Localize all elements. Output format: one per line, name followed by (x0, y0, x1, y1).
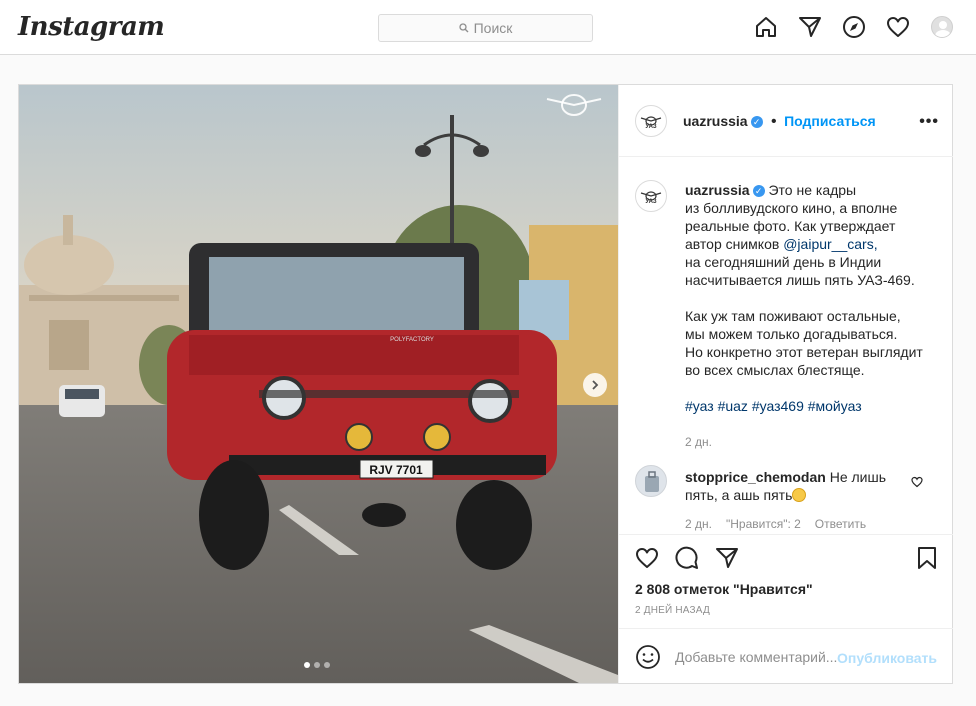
commenter-avatar[interactable] (635, 465, 667, 497)
post-header: УАЗ uazrussia ✓ • Подписаться ••• (619, 85, 953, 157)
bumper-sticker-text: POLYFACTORY (390, 337, 434, 343)
post-card: RJV 7701 POLYFACTORY УАЗ uazrussia ✓ • По… (18, 84, 953, 684)
top-navigation: Instagram Поиск (0, 0, 976, 55)
post-caption: uazrussia ✓ Это не кадры из болливудского… (685, 181, 939, 451)
caption-line: мы можем только догадываться. (685, 326, 898, 342)
search-placeholder: Поиск (473, 20, 513, 36)
comment-likes-count[interactable]: "Нравится": 2 (726, 517, 801, 531)
direct-message-icon[interactable] (797, 14, 823, 40)
avatar-brand-text: УАЗ (645, 124, 657, 130)
comment-input[interactable] (675, 643, 845, 671)
activity-heart-icon[interactable] (885, 14, 911, 40)
verified-badge-icon: ✓ (752, 185, 765, 198)
caption-username[interactable]: uazrussia (685, 182, 750, 198)
caption-line: реальные фото. Как утверждает (685, 218, 896, 234)
mention-link[interactable]: @jaipur__cars, (783, 236, 877, 252)
publish-button[interactable]: Опубликовать (837, 650, 937, 666)
caption-line: из болливудского кино, а вполне (685, 200, 898, 216)
post-sidebar: УАЗ uazrussia ✓ • Подписаться ••• УАЗ uaz… (618, 85, 953, 683)
search-icon (458, 23, 469, 33)
comment-text: Не лишь (829, 469, 887, 485)
instagram-logo[interactable]: Instagram (18, 12, 165, 42)
caption-line: Это не кадры (768, 182, 857, 198)
caption-line: на сегодняшний день в Индии (685, 254, 882, 270)
comment-age[interactable]: 2 дн. (685, 517, 712, 531)
avatar-brand-text: УАЗ (645, 199, 657, 205)
post-date[interactable]: 2 ДНЕЙ НАЗАД (635, 605, 710, 616)
verified-badge-icon: ✓ (750, 115, 763, 128)
caption-line: Как уж там поживают остальные, (685, 308, 901, 324)
caption-line: автор снимков (685, 236, 780, 252)
add-comment-bar: Опубликовать (619, 628, 953, 683)
comment-like-heart-icon[interactable] (911, 475, 923, 493)
explore-compass-icon[interactable] (841, 14, 867, 40)
carousel-dot-active (304, 662, 310, 668)
author-info: uazrussia ✓ • Подписаться (683, 113, 876, 131)
grin-emoji-icon (792, 488, 807, 502)
comment-bubble-icon[interactable] (674, 545, 700, 571)
default-avatar-icon (931, 16, 953, 38)
caption-line: насчитывается лишь пять УАЗ-469. (685, 272, 915, 288)
share-paper-plane-icon[interactable] (714, 545, 740, 571)
author-avatar[interactable]: УАЗ (635, 105, 667, 137)
more-options-icon[interactable]: ••• (919, 113, 939, 131)
header-separator: • (771, 113, 777, 130)
follow-button[interactable]: Подписаться (784, 113, 876, 129)
carousel-indicator (304, 662, 330, 668)
post-photo[interactable]: RJV 7701 POLYFACTORY (19, 85, 618, 683)
license-plate-text: RJV 7701 (369, 463, 423, 477)
comment-body: stopprice_chemodan Не лишь пять, а ашь п… (685, 468, 905, 504)
commenter-username[interactable]: stopprice_chemodan (685, 469, 826, 485)
likes-count[interactable]: 2 808 отметок "Нравится" (635, 581, 813, 597)
caption-line: Но конкретно этот ветеран выглядит (685, 344, 923, 360)
profile-avatar[interactable] (929, 14, 955, 40)
jeep-photo-illustration: RJV 7701 POLYFACTORY (19, 85, 618, 683)
reply-button[interactable]: Ответить (815, 517, 866, 531)
caption-line: во всех смыслах блестяще. (685, 362, 865, 378)
suitcase-avatar-icon (645, 471, 659, 492)
save-bookmark-icon[interactable] (914, 545, 940, 571)
comment-meta: 2 дн. "Нравится": 2 Ответить (685, 517, 866, 531)
emoji-smile-icon[interactable] (635, 644, 661, 675)
carousel-next-button[interactable] (583, 373, 607, 397)
caption-author-avatar[interactable]: УАЗ (635, 180, 667, 212)
carousel-dot (324, 662, 330, 668)
search-box[interactable]: Поиск (378, 14, 593, 42)
like-heart-icon[interactable] (634, 545, 660, 571)
author-username[interactable]: uazrussia (683, 113, 748, 129)
home-icon[interactable] (753, 14, 779, 40)
post-actions: 2 808 отметок "Нравится" 2 ДНЕЙ НАЗАД (619, 534, 953, 627)
hashtags-link[interactable]: #уаз #uaz #уаз469 #мойуаз (685, 397, 939, 415)
chevron-right-icon (592, 380, 599, 390)
caption-age[interactable]: 2 дн. (685, 433, 939, 451)
carousel-dot (314, 662, 320, 668)
comment-text: пять, а ашь пять (685, 487, 793, 503)
